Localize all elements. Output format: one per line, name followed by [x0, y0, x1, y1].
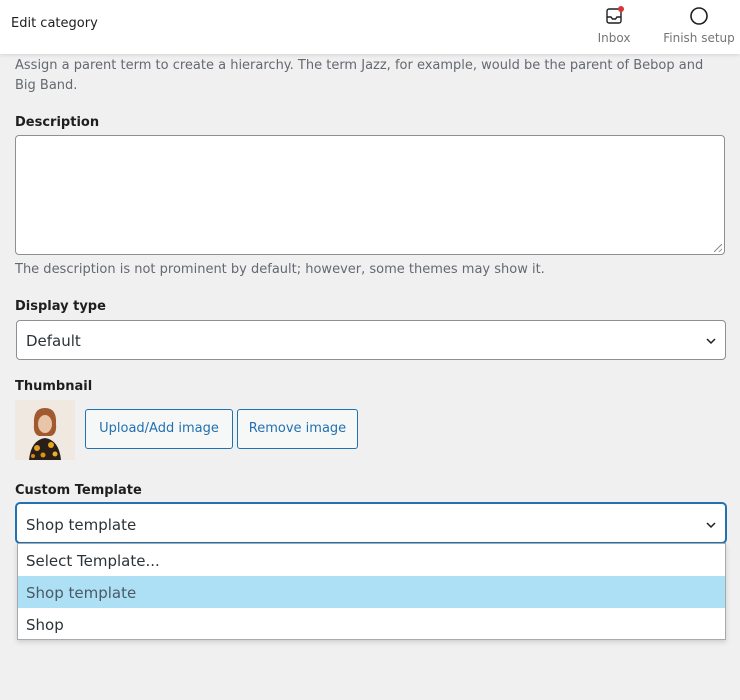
display-type-label: Display type — [15, 299, 106, 314]
inbox-button[interactable]: Inbox — [592, 6, 636, 45]
custom-template-select[interactable]: Shop template — [16, 503, 726, 543]
custom-template-label: Custom Template — [15, 483, 142, 498]
template-option-shop[interactable]: Shop — [18, 608, 725, 640]
custom-template-dropdown: Select Template... Shop template Shop — [17, 543, 726, 640]
page-title: Edit category — [11, 16, 98, 31]
upload-image-button[interactable]: Upload/Add image — [85, 409, 233, 449]
remove-image-button[interactable]: Remove image — [237, 409, 358, 449]
circle-icon — [689, 6, 709, 26]
chevron-down-icon — [706, 522, 716, 529]
description-label: Description — [15, 115, 100, 130]
description-textarea[interactable] — [15, 135, 725, 255]
resize-grip-icon[interactable] — [714, 244, 722, 252]
finish-setup-button[interactable]: Finish setup — [661, 6, 737, 45]
thumbnail-image — [15, 400, 75, 460]
description-help-text: The description is not prominent by defa… — [15, 262, 545, 277]
chevron-down-icon — [706, 338, 716, 345]
finish-setup-label: Finish setup — [663, 31, 735, 45]
template-option-select[interactable]: Select Template... — [18, 544, 725, 576]
parent-help-text: Assign a parent term to create a hierarc… — [15, 58, 704, 93]
template-option-shop-template[interactable]: Shop template — [18, 576, 725, 608]
inbox-label: Inbox — [597, 31, 631, 45]
display-type-select[interactable]: Default — [16, 320, 726, 360]
top-bar: Edit category Inbox Finish setup — [0, 0, 740, 54]
inbox-icon — [604, 6, 624, 26]
notification-dot — [618, 6, 624, 12]
display-type-value: Default — [26, 332, 81, 350]
thumbnail-label: Thumbnail — [15, 379, 93, 394]
custom-template-value: Shop template — [26, 516, 137, 534]
